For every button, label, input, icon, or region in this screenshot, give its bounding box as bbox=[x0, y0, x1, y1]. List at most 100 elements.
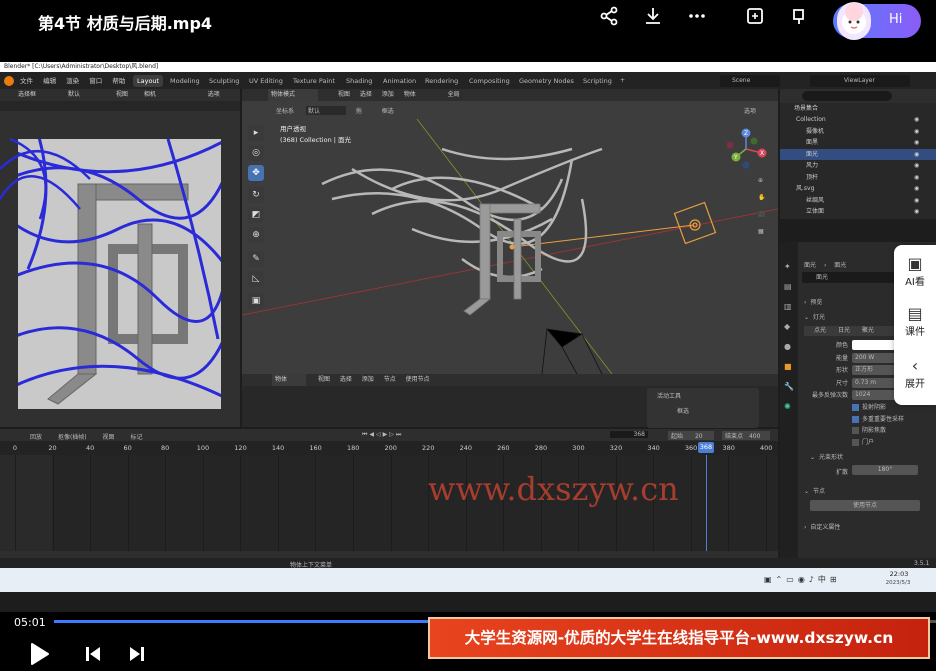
tab-texture-paint[interactable]: Texture Paint bbox=[289, 75, 339, 87]
active-tool-item[interactable]: 框选 bbox=[677, 406, 689, 415]
outliner-row[interactable]: 风.svg ◉ bbox=[780, 183, 936, 194]
scene-tab-icon[interactable]: ◆ bbox=[784, 322, 790, 331]
light-type-sun[interactable]: 日光 bbox=[838, 327, 850, 334]
tab-compositing[interactable]: Compositing bbox=[465, 75, 514, 87]
tab-modeling[interactable]: Modeling bbox=[166, 75, 204, 87]
light-data-tab-icon[interactable]: ✺ bbox=[784, 402, 791, 411]
property-checkbox[interactable]: 阴影焦散 bbox=[852, 425, 886, 434]
menu-file[interactable]: 文件 bbox=[20, 77, 33, 85]
pin-icon[interactable] bbox=[786, 6, 812, 32]
add-workspace-icon[interactable]: + bbox=[620, 77, 625, 84]
property-checkbox[interactable]: 投射阴影 bbox=[852, 402, 886, 411]
courseware-button[interactable]: ▤ 课件 bbox=[894, 305, 936, 339]
outliner-row[interactable]: 面黑 ◉ bbox=[780, 137, 936, 148]
spread-field[interactable]: 180° bbox=[852, 465, 918, 475]
assistant-hi-button[interactable]: Hi bbox=[833, 2, 921, 40]
timeline-marker-menu[interactable]: 标记 bbox=[130, 434, 142, 441]
next-icon[interactable] bbox=[128, 645, 146, 668]
outliner-row[interactable]: 摄像机 ◉ bbox=[780, 126, 936, 137]
visibility-eye-icon[interactable]: ◉ bbox=[914, 149, 919, 160]
tab-scripting[interactable]: Scripting bbox=[579, 75, 616, 87]
node-menu-view[interactable]: 视图 bbox=[318, 376, 330, 383]
expand-button[interactable]: ‹ 展开 bbox=[894, 357, 936, 391]
visibility-eye-icon[interactable]: ◉ bbox=[914, 126, 919, 137]
promo-banner[interactable]: 大学生资源网-优质的大学生在线指导平台-www.dxszyw.cn bbox=[428, 617, 930, 659]
node-menu-add[interactable]: 添加 bbox=[362, 376, 374, 383]
outliner-root[interactable]: 场景集合 bbox=[786, 103, 936, 114]
playhead-frame[interactable]: 368 bbox=[697, 442, 714, 453]
render-camera-menu[interactable]: 相机 bbox=[144, 91, 156, 98]
node-menu-select[interactable]: 选择 bbox=[340, 376, 352, 383]
node-object-dropdown[interactable]: 物体 bbox=[272, 374, 306, 386]
render-select-box[interactable]: 选择框 bbox=[18, 91, 36, 98]
tab-layout[interactable]: Layout bbox=[133, 75, 164, 87]
use-nodes-toggle[interactable]: 使用节点 bbox=[406, 376, 430, 383]
zoom-view-icon[interactable]: ⊕ bbox=[758, 177, 763, 184]
pan-view-icon[interactable]: ✋ bbox=[758, 194, 765, 201]
tool-tab-icon[interactable]: ✦ bbox=[784, 262, 791, 271]
outliner-search-input[interactable] bbox=[802, 91, 892, 101]
menu-edit[interactable]: 编辑 bbox=[43, 77, 56, 85]
download-icon[interactable] bbox=[640, 6, 666, 32]
visibility-eye-icon[interactable]: ◉ bbox=[914, 114, 919, 125]
navigation-gizmo[interactable]: Z X Y bbox=[722, 125, 770, 173]
tab-geometry-nodes[interactable]: Geometry Nodes bbox=[515, 75, 578, 87]
property-checkbox[interactable]: 多重重要性采样 bbox=[852, 414, 904, 423]
scene-selector[interactable]: Scene bbox=[720, 75, 780, 87]
view-layer-selector[interactable]: ViewLayer bbox=[810, 75, 910, 87]
tab-rendering[interactable]: Rendering bbox=[421, 75, 462, 87]
playback-controls[interactable]: ⏮◀◁▶▷⏭ bbox=[362, 431, 403, 439]
section-beam-shape[interactable]: ⌄ 光束形状 bbox=[810, 452, 843, 461]
render-tab-icon[interactable]: ▤ bbox=[784, 282, 792, 291]
outliner-row[interactable]: 风力 ◉ bbox=[780, 160, 936, 171]
menu-help[interactable]: 帮助 bbox=[112, 77, 125, 85]
tray-icons[interactable]: ▣⌃▭◉♪中⊞ bbox=[764, 574, 841, 585]
visibility-eye-icon[interactable]: ◉ bbox=[914, 172, 919, 183]
viewport-3d[interactable]: 物体模式 视图 选择 添加 物体 全局 坐标系 默认 拖 框选 选项 ▸ ◎ ✥… bbox=[242, 89, 778, 374]
menu-window[interactable]: 窗口 bbox=[89, 77, 102, 85]
render-view-menu[interactable]: 视图 bbox=[116, 91, 128, 98]
timeline-playback-menu[interactable]: 回放 bbox=[30, 434, 42, 441]
visibility-eye-icon[interactable]: ◉ bbox=[914, 206, 919, 217]
blender-logo-icon[interactable] bbox=[4, 76, 14, 86]
end-frame-field[interactable]: 结束点 400 bbox=[722, 431, 770, 440]
section-custom-props[interactable]: › 自定义属性 bbox=[804, 522, 840, 531]
outliner-row[interactable]: 顶杆 ◉ bbox=[780, 172, 936, 183]
section-nodes[interactable]: ⌄ 节点 bbox=[804, 486, 825, 495]
node-editor[interactable]: 物体 视图 选择 添加 节点 使用节点 活动工具 框选 bbox=[242, 374, 778, 428]
outliner-row[interactable]: 丝绸风 ◉ bbox=[780, 195, 936, 206]
visibility-eye-icon[interactable]: ◉ bbox=[914, 195, 919, 206]
render-default[interactable]: 默认 bbox=[68, 91, 80, 98]
outliner-row[interactable]: 立体面 ◉ bbox=[780, 206, 936, 217]
render-options[interactable]: 选项 bbox=[208, 91, 220, 98]
visibility-eye-icon[interactable]: ◉ bbox=[914, 137, 919, 148]
section-preview[interactable]: › 预览 bbox=[804, 297, 822, 306]
node-menu-node[interactable]: 节点 bbox=[384, 376, 396, 383]
tab-shading[interactable]: Shading bbox=[342, 75, 376, 87]
timeline-keying-menu[interactable]: 抠像(插帧) bbox=[58, 434, 87, 441]
previous-icon[interactable] bbox=[84, 645, 102, 668]
camera-view-icon[interactable]: 🎥 bbox=[758, 211, 765, 218]
menu-render[interactable]: 渲染 bbox=[66, 77, 79, 85]
ai-watch-button[interactable]: ▣ AI看 bbox=[894, 255, 936, 289]
visibility-eye-icon[interactable]: ◉ bbox=[914, 183, 919, 194]
outliner-row[interactable]: Collection ◉ bbox=[780, 114, 936, 125]
start-frame-field[interactable]: 起始 20 bbox=[668, 431, 714, 440]
tab-animation[interactable]: Animation bbox=[379, 75, 420, 87]
current-frame-field[interactable]: 368 bbox=[610, 431, 648, 438]
tab-sculpting[interactable]: Sculpting bbox=[205, 75, 243, 87]
output-tab-icon[interactable]: ▥ bbox=[784, 302, 792, 311]
screenshot-icon[interactable] bbox=[742, 6, 768, 32]
visibility-eye-icon[interactable]: ◉ bbox=[914, 160, 919, 171]
ortho-toggle-icon[interactable]: ▦ bbox=[758, 228, 764, 235]
property-checkbox[interactable]: 门户 bbox=[852, 437, 874, 446]
outliner-row[interactable]: 面光 ◉ bbox=[780, 148, 936, 160]
tab-uv-editing[interactable]: UV Editing bbox=[245, 75, 287, 87]
use-nodes-button[interactable]: 使用节点 bbox=[810, 500, 920, 511]
light-type-point[interactable]: 点光 bbox=[814, 327, 826, 334]
section-light[interactable]: ⌄ 灯光 bbox=[804, 312, 825, 321]
more-icon[interactable] bbox=[684, 6, 710, 32]
timeline-view-menu[interactable]: 视图 bbox=[103, 434, 115, 441]
share-icon[interactable] bbox=[596, 6, 622, 32]
light-type-spot[interactable]: 聚光 bbox=[862, 327, 874, 334]
